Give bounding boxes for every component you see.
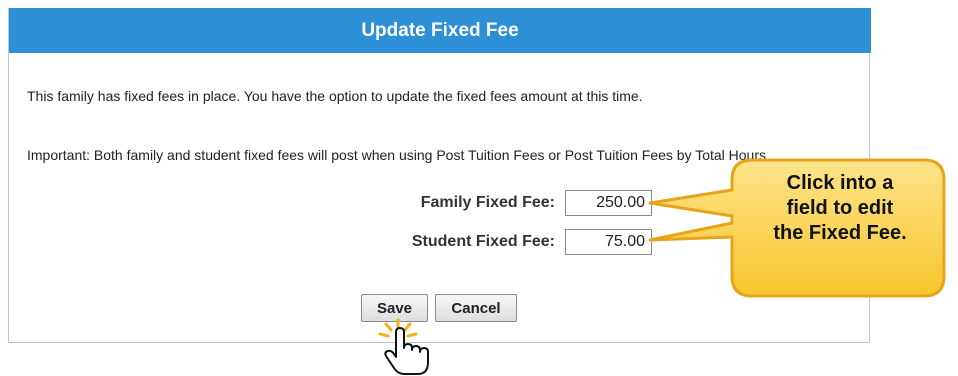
callout-line-2: field to edit <box>786 197 894 219</box>
hand-pointer-icon <box>378 318 429 375</box>
callout-text: Click into a field to edit the Fixed Fee… <box>740 171 940 246</box>
callout-line-1: Click into a <box>786 172 894 194</box>
callout-line-3: the Fixed Fee. <box>773 222 907 244</box>
